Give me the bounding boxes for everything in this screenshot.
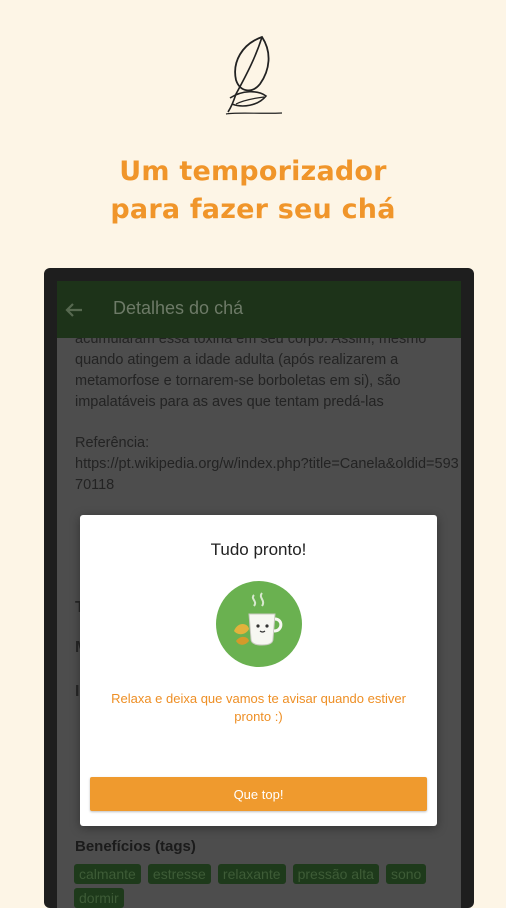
tag-chip[interactable]: sono (385, 864, 427, 884)
headline: Um temporizador para fazer seu chá (0, 153, 506, 229)
arrow-left-icon[interactable] (63, 299, 85, 321)
app-bar-title: Detalhes do chá (113, 298, 244, 318)
tag-chip[interactable]: pressão alta (292, 864, 379, 884)
hidden-row-indicator-3: I (75, 683, 80, 700)
description: acumularam essa toxina em seu corpo. Ass… (75, 329, 461, 496)
tag-chip[interactable]: relaxante (217, 864, 286, 884)
benefits-title: Benefícios (tags) (75, 838, 196, 855)
headline-line-1: Um temporizador (119, 156, 387, 187)
dialog-title: Tudo pronto! (210, 540, 307, 559)
dialog-message: Relaxa e deixa que vamos te avisar quand… (111, 691, 406, 724)
confirm-button[interactable]: Que top! (90, 777, 427, 811)
leaf-logo-icon (225, 35, 283, 115)
app-bar: Detalhes do chá (57, 281, 461, 338)
tag-chip[interactable]: estresse (147, 864, 211, 884)
tag-chip[interactable]: calmante (74, 864, 141, 884)
benefit-tags: calmante estresse relaxante pressão alta… (74, 864, 454, 908)
ready-dialog: Tudo pronto! Relaxa e deixa que vamos te… (80, 515, 437, 826)
reference-label: Referência: (75, 435, 150, 451)
reference-link[interactable]: https://pt.wikipedia.org/w/index.php?tit… (75, 454, 461, 496)
headline-line-2: para fazer seu chá (110, 194, 396, 225)
tea-cup-icon (216, 581, 302, 667)
tag-chip[interactable]: dormir (74, 888, 124, 908)
description-text: acumularam essa toxina em seu corpo. Ass… (75, 331, 427, 410)
